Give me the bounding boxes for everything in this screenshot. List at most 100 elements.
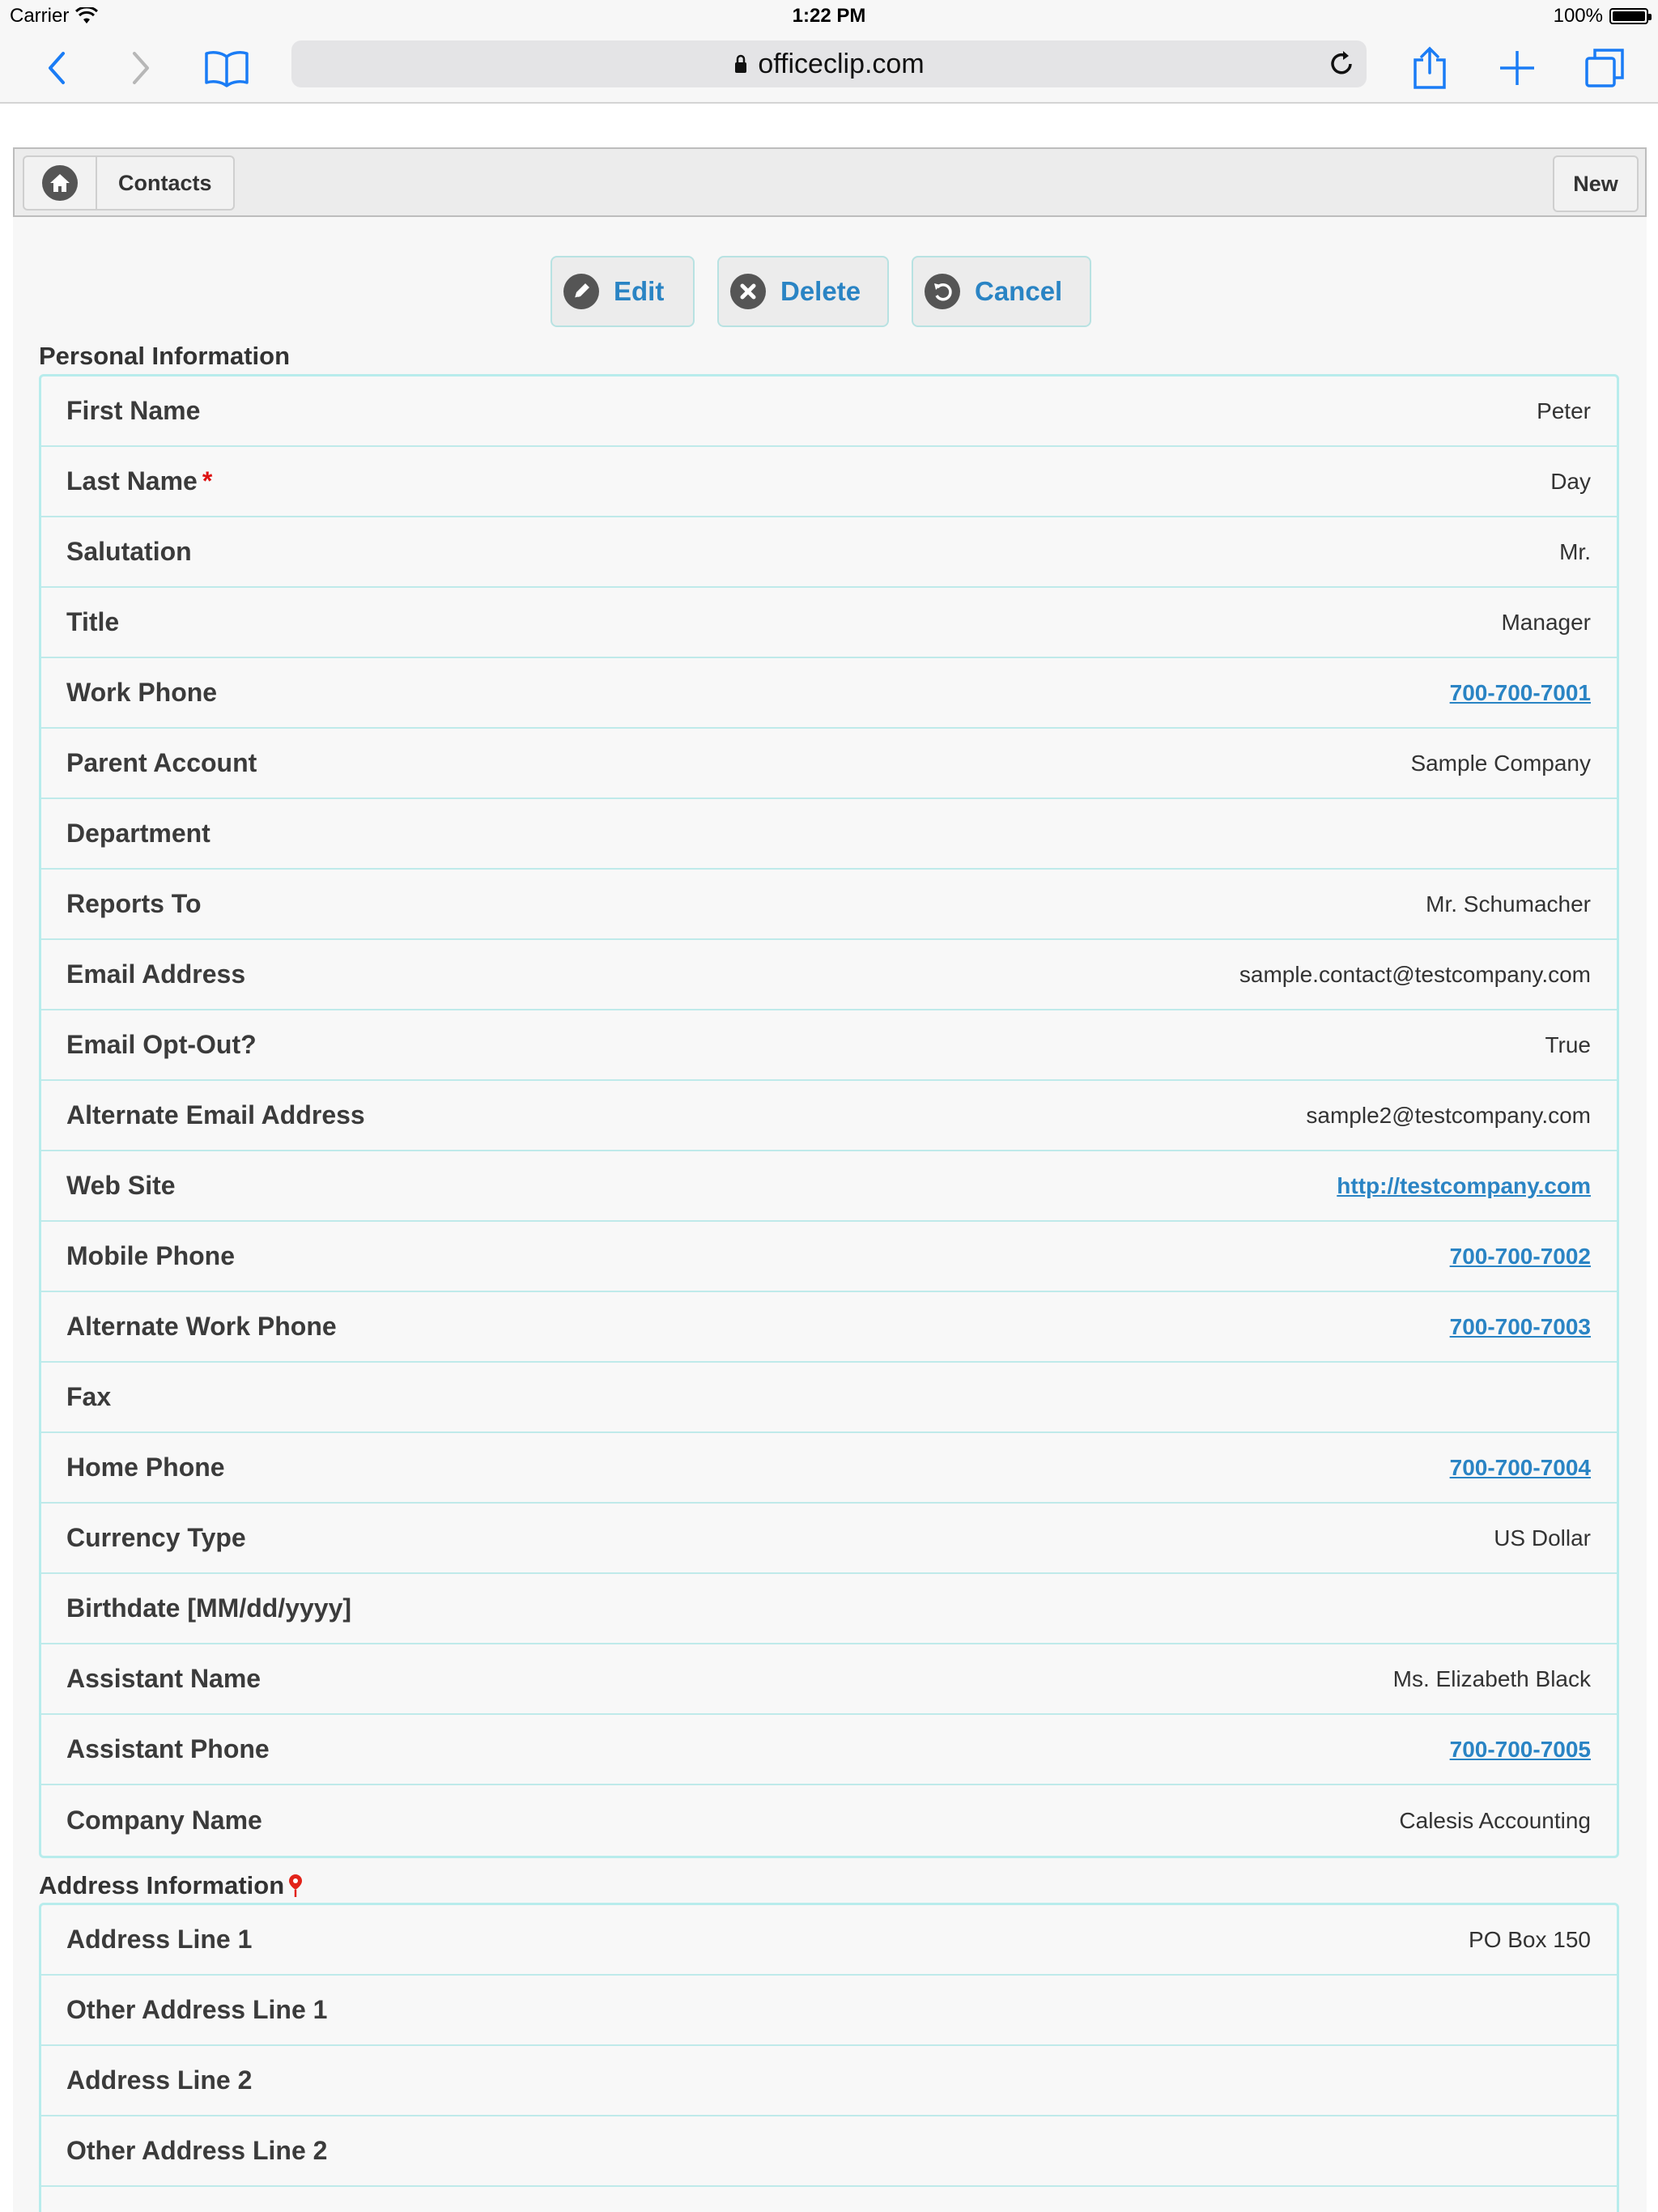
row-alternate-email: Alternate Email Address sample2@testcompa… (41, 1081, 1617, 1151)
row-work-phone: Work Phone 700-700-7001 (41, 658, 1617, 729)
personal-info-card: First Name Peter Last Name * Day Salutation… (39, 374, 1619, 1858)
assistant-phone-link[interactable]: 700-700-7005 (1450, 1737, 1591, 1763)
field-label: Fax (66, 1382, 112, 1411)
book-icon (205, 51, 249, 87)
field-label: Email Opt-Out? (66, 1030, 257, 1059)
web-site-link[interactable]: http://testcompany.com (1337, 1173, 1591, 1199)
row-address-line-1: Address Line 1 PO Box 150 (41, 1905, 1617, 1976)
field-label: Email Address (66, 959, 246, 989)
field-label: Birthdate [MM/dd/yyyy] (66, 1593, 352, 1623)
row-home-phone: Home Phone 700-700-7004 (41, 1433, 1617, 1504)
field-label: Home Phone (66, 1453, 225, 1482)
home-phone-link[interactable]: 700-700-7004 (1450, 1455, 1591, 1481)
mobile-phone-link[interactable]: 700-700-7002 (1450, 1244, 1591, 1270)
row-department: Department (41, 799, 1617, 870)
battery-indicator: 100% (1553, 5, 1652, 28)
status-bar: Carrier 1:22 PM 100% (0, 0, 1658, 34)
row-address-line-2: Address Line 2 (41, 2046, 1617, 2116)
battery-icon (1609, 8, 1652, 24)
row-currency-type: Currency Type US Dollar (41, 1504, 1617, 1574)
battery-percent: 100% (1553, 5, 1603, 27)
field-value: Peter (1537, 398, 1591, 423)
field-label: Address Line 1 (66, 1925, 253, 1954)
field-label: Title (66, 607, 120, 636)
field-value: PO Box 150 (1469, 1926, 1591, 1952)
new-tab-button[interactable] (1491, 42, 1543, 94)
field-label: Work Phone (66, 678, 218, 707)
field-label-text: Last Name (66, 466, 198, 496)
edit-label: Edit (614, 276, 665, 306)
field-label: Assistant Name (66, 1664, 261, 1693)
back-button[interactable] (31, 42, 83, 94)
row-email-opt-out: Email Opt-Out? True (41, 1010, 1617, 1081)
forward-button[interactable] (115, 42, 167, 94)
edit-button[interactable]: Edit (551, 256, 695, 327)
row-salutation: Salutation Mr. (41, 517, 1617, 588)
field-value: sample2@testcompany.com (1306, 1102, 1591, 1128)
row-title: Title Manager (41, 588, 1617, 658)
reload-icon[interactable] (1326, 49, 1357, 79)
tabs-button[interactable] (1579, 42, 1630, 94)
map-pin-icon[interactable] (287, 1874, 304, 1898)
chevron-left-icon (49, 52, 65, 84)
row-web-site: Web Site http://testcompany.com (41, 1151, 1617, 1222)
row-assistant-name: Assistant Name Ms. Elizabeth Black (41, 1644, 1617, 1715)
field-label: Alternate Work Phone (66, 1312, 337, 1341)
row-parent-account: Parent Account Sample Company (41, 729, 1617, 799)
plus-icon (1500, 51, 1534, 85)
share-icon (1414, 46, 1446, 89)
pencil-icon (563, 274, 599, 309)
field-value: True (1545, 1032, 1591, 1057)
row-company-name: Company Name Calesis Accounting (41, 1785, 1617, 1856)
home-icon (42, 165, 78, 201)
field-value: Mr. (1559, 538, 1591, 564)
field-label: Parent Account (66, 748, 257, 777)
breadcrumb-contacts[interactable]: Contacts (96, 155, 235, 211)
tabs-icon (1585, 49, 1624, 87)
share-button[interactable] (1404, 42, 1456, 94)
field-value: Mr. Schumacher (1426, 891, 1591, 917)
bookmarks-button[interactable] (201, 42, 253, 94)
field-label: Other Address Line 2 (66, 2136, 328, 2165)
row-reports-to: Reports To Mr. Schumacher (41, 870, 1617, 940)
field-value: Calesis Accounting (1399, 1807, 1591, 1833)
row-mobile-phone: Mobile Phone 700-700-7002 (41, 1222, 1617, 1292)
field-label: Assistant Phone (66, 1734, 270, 1763)
section-title-personal: Personal Information (39, 342, 290, 371)
field-label: Reports To (66, 889, 202, 918)
field-label: Currency Type (66, 1523, 246, 1552)
field-label: Mobile Phone (66, 1241, 235, 1270)
section-title-address: Address Information (39, 1871, 304, 1900)
cancel-button[interactable]: Cancel (912, 256, 1091, 327)
row-other-address-line-1: Other Address Line 1 (41, 1976, 1617, 2046)
field-value: Manager (1501, 609, 1591, 635)
row-fax: Fax (41, 1363, 1617, 1433)
home-button[interactable] (23, 155, 97, 211)
field-label: Web Site (66, 1171, 176, 1200)
field-value: Day (1550, 468, 1591, 494)
personal-info-heading: Personal Information (39, 342, 291, 370)
alternate-work-phone-link[interactable]: 700-700-7003 (1450, 1314, 1591, 1340)
field-label: Other Address Line 1 (66, 1995, 328, 2024)
address-info-heading: Address Information (39, 1871, 285, 1899)
status-time: 1:22 PM (792, 5, 866, 27)
row-first-name: First Name Peter (41, 376, 1617, 447)
row-last-name: Last Name * Day (41, 447, 1617, 517)
field-label: Company Name (66, 1806, 262, 1835)
field-label: Last Name * (66, 466, 212, 496)
address-bar[interactable]: officeclip.com (291, 40, 1367, 87)
row-alternate-work-phone: Alternate Work Phone 700-700-7003 (41, 1292, 1617, 1363)
close-icon (730, 274, 766, 309)
required-marker: * (202, 466, 213, 496)
undo-icon (925, 274, 960, 309)
field-value: Sample Company (1410, 750, 1591, 776)
cancel-label: Cancel (975, 276, 1063, 306)
url-text: officeclip.com (758, 48, 925, 79)
field-label: First Name (66, 396, 201, 425)
browser-toolbar: officeclip.com (0, 34, 1658, 104)
delete-label: Delete (780, 276, 861, 306)
new-button[interactable]: New (1553, 155, 1639, 212)
work-phone-link[interactable]: 700-700-7001 (1450, 680, 1591, 706)
delete-button[interactable]: Delete (717, 256, 889, 327)
field-label: Department (66, 819, 210, 848)
